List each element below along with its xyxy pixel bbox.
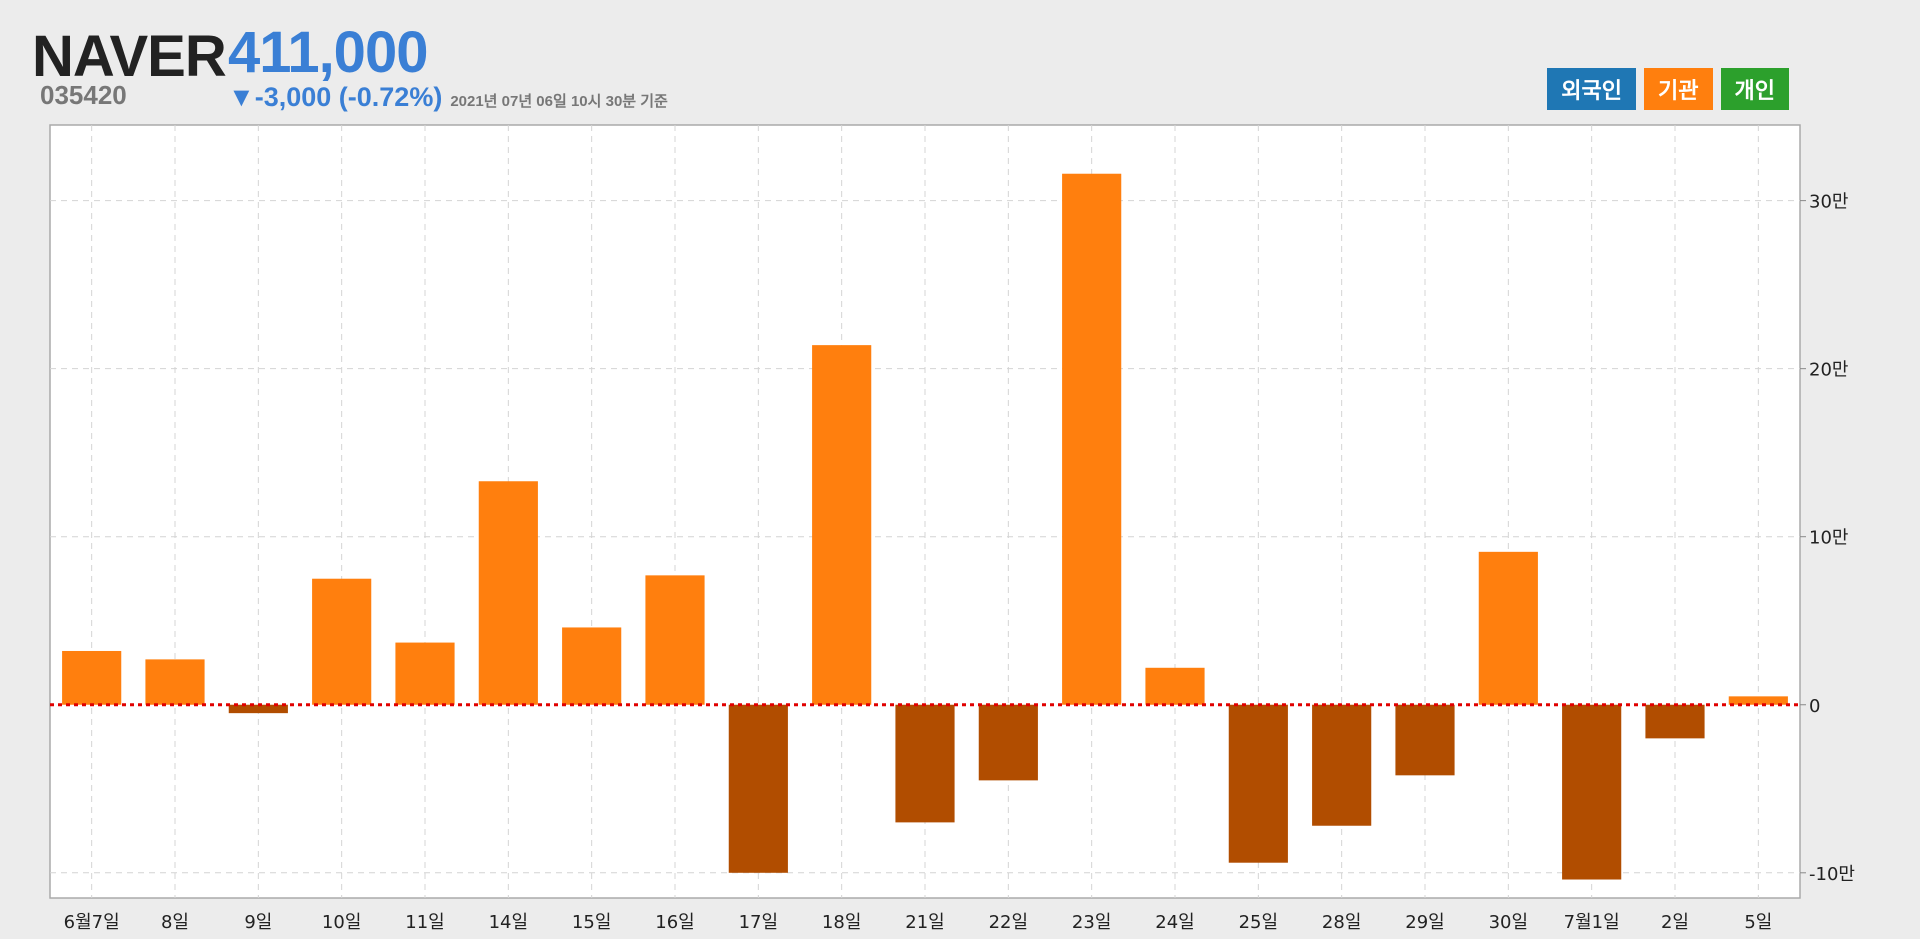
x-tick-label: 11일: [405, 912, 444, 933]
x-tick-label: 7월1일: [1564, 912, 1620, 933]
x-tick-label: 17일: [739, 912, 778, 933]
y-tick-labels: -10만 0 10만 20만 30만: [1800, 192, 1855, 885]
x-tick-label: 9일: [244, 912, 272, 933]
x-tick-label: 14일: [489, 912, 528, 933]
x-tick-label: 30일: [1489, 912, 1528, 933]
bar[interactable]: [1062, 173, 1122, 705]
x-tick-label: 8일: [161, 912, 189, 933]
x-tick-label: 21일: [905, 912, 944, 933]
bar[interactable]: [1228, 704, 1288, 863]
y-tick-label: -10만: [1809, 864, 1855, 885]
bar[interactable]: [812, 345, 872, 705]
bar[interactable]: [645, 575, 705, 705]
y-tick-label: 20만: [1809, 360, 1848, 381]
bar[interactable]: [1645, 704, 1705, 739]
bar[interactable]: [1312, 704, 1372, 826]
bar[interactable]: [562, 627, 622, 705]
x-tick-label: 18일: [822, 912, 861, 933]
x-tick-label: 24일: [1155, 912, 1194, 933]
bar[interactable]: [145, 659, 205, 705]
bar[interactable]: [728, 704, 788, 873]
x-tick-label: 23일: [1072, 912, 1111, 933]
bar[interactable]: [1562, 704, 1622, 880]
bar[interactable]: [1478, 551, 1538, 705]
bar[interactable]: [312, 578, 372, 705]
x-tick-labels: 6월7일 8일 9일 10일 11일 14일 15일 16일 17일 18일 21일 22일 23일 24…: [64, 912, 1773, 933]
x-tick-label: 25일: [1239, 912, 1278, 933]
bar[interactable]: [478, 481, 538, 705]
bar[interactable]: [978, 704, 1038, 781]
bar[interactable]: [895, 704, 955, 823]
y-tick-label: 10만: [1809, 528, 1848, 549]
y-tick-label: 0: [1809, 696, 1820, 717]
bar[interactable]: [62, 650, 122, 705]
x-tick-label: 10일: [322, 912, 361, 933]
x-tick-label: 2일: [1661, 912, 1689, 933]
x-tick-label: 16일: [655, 912, 694, 933]
x-tick-label: 5일: [1744, 912, 1772, 933]
y-tick-label: 30만: [1809, 192, 1848, 213]
x-tick-label: 29일: [1405, 912, 1444, 933]
bar[interactable]: [395, 642, 455, 705]
x-tick-label: 28일: [1322, 912, 1361, 933]
x-tick-label: 6월7일: [64, 912, 120, 933]
x-tick-label: 22일: [989, 912, 1028, 933]
investor-net-buy-chart: 6월7일 8일 9일 10일 11일 14일 15일 16일 17일 18일 21일 22일 23일 24…: [49, 124, 1855, 933]
bar[interactable]: [1145, 667, 1205, 705]
bar[interactable]: [1395, 704, 1455, 776]
x-tick-label: 15일: [572, 912, 611, 933]
